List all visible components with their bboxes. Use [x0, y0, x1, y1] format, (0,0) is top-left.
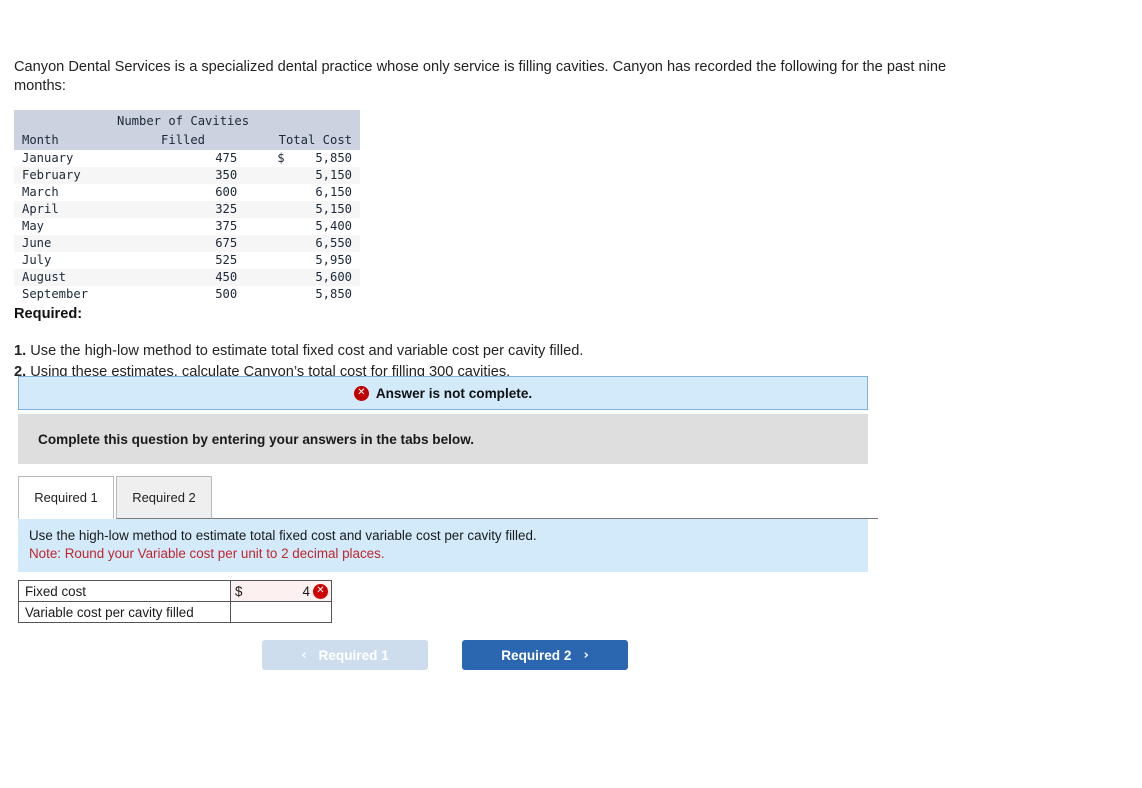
cell-total-cost: 5,400 — [315, 219, 352, 233]
requirement-rounding-note: Note: Round your Variable cost per unit … — [29, 546, 385, 561]
intro-paragraph: Canyon Dental Services is a specialized … — [14, 59, 947, 94]
required-item-1: 1. Use the high-low method to estimate t… — [14, 341, 1014, 362]
cell-month: February — [22, 168, 81, 182]
cell-month: March — [22, 185, 59, 199]
table-row: August 450 5,600 — [14, 269, 360, 286]
answer-row: Fixed cost $4 ✕ — [18, 580, 332, 602]
next-required-2-label: Required 2 — [501, 647, 572, 663]
data-table-head: Number of Cavities Month Filled Total Co… — [14, 110, 360, 150]
cell-cavities-filled: 475 — [215, 151, 238, 165]
answer-entry-table: Fixed cost $4 ✕ Variable cost per cavity fi… — [18, 580, 332, 623]
requirement-instruction-text: Use the high-low method to estimate tota… — [29, 528, 537, 543]
cell-cavities-filled: 500 — [215, 287, 238, 301]
cell-month: August — [22, 270, 67, 284]
table-row: March 600 6,150 — [14, 184, 360, 201]
table-row: June 675 6,550 — [14, 235, 360, 252]
cell-cavities-filled: 450 — [215, 270, 238, 284]
prev-required-1-button[interactable]: ‹ Required 1 — [262, 640, 428, 670]
requirement-tabs: Required 1 Required 2 — [18, 476, 878, 520]
tab-required-2-label: Required 2 — [132, 490, 196, 505]
header-total-cost: Total Cost — [263, 131, 360, 150]
answer-table-body: Fixed cost $4 ✕ Variable cost per cavity fi… — [18, 580, 332, 623]
group-header-cavities: Number of Cavities — [102, 110, 264, 131]
cell-total-cost: 5,850 — [315, 287, 352, 301]
cell-total-cost: 5,950 — [315, 253, 352, 267]
error-x-icon: ✕ — [353, 385, 369, 401]
table-row: January 475 $5,850 — [14, 150, 360, 167]
currency-symbol: $ — [277, 151, 285, 165]
required-heading: Required: — [14, 306, 83, 322]
answer-row-label: Fixed cost — [18, 580, 231, 602]
question-page: Canyon Dental Services is a specialized … — [14, 58, 1014, 670]
cell-cavities-filled: 675 — [215, 236, 238, 250]
group-header-blank-2 — [263, 110, 360, 131]
chevron-right-icon: › — [583, 647, 589, 663]
table-row: May 375 5,400 — [14, 218, 360, 235]
table-row: April 325 5,150 — [14, 201, 360, 218]
cell-total-cost: 5,150 — [315, 168, 352, 182]
table-row: September 500 5,850 — [14, 286, 360, 303]
cell-cavities-filled: 350 — [215, 168, 238, 182]
cell-total-cost: 5,150 — [315, 202, 352, 216]
cell-total-cost: 6,550 — [315, 236, 352, 250]
cell-month: January — [22, 151, 74, 165]
answer-row-label: Variable cost per cavity filled — [18, 601, 231, 623]
answer-input-inner[interactable] — [231, 602, 331, 622]
tab-required-1[interactable]: Required 1 — [18, 476, 114, 519]
chevron-left-icon: ‹ — [301, 647, 307, 663]
data-table-group-header-row: Number of Cavities — [14, 110, 360, 131]
cell-month: September — [22, 287, 89, 301]
table-row: July 525 5,950 — [14, 252, 360, 269]
complete-question-text: Complete this question by entering your … — [38, 431, 475, 447]
data-table-header-row: Month Filled Total Cost — [14, 131, 360, 150]
tab-required-2[interactable]: Required 2 — [116, 476, 212, 519]
header-month: Month — [14, 131, 103, 150]
header-filled: Filled — [102, 131, 264, 150]
cell-month: April — [22, 202, 59, 216]
cell-total-cost: 6,150 — [315, 185, 352, 199]
answer-incomplete-text: Answer is not complete. — [375, 385, 533, 401]
cell-total-cost: 5,600 — [315, 270, 352, 284]
data-table-body: January 475 $5,850 February 350 5,150 March 600… — [14, 150, 360, 303]
cavities-data-table: Number of Cavities Month Filled Total Co… — [14, 110, 360, 303]
tab-required-1-label: Required 1 — [34, 490, 98, 505]
cell-cavities-filled: 525 — [215, 253, 238, 267]
cell-month: May — [22, 219, 45, 233]
cell-cavities-filled: 325 — [215, 202, 238, 216]
navigation-buttons: ‹ Required 1 Required 2 › — [262, 640, 862, 670]
cell-total-cost: $5,850 — [263, 150, 360, 167]
requirement-instruction-panel: Use the high-low method to estimate tota… — [18, 519, 868, 572]
complete-question-box: Complete this question by entering your … — [18, 414, 868, 464]
cell-month: June — [22, 236, 52, 250]
required-item-1-number: 1. — [14, 343, 27, 359]
table-row: February 350 5,150 — [14, 167, 360, 184]
prev-required-1-label: Required 1 — [318, 647, 389, 663]
cell-month: July — [22, 253, 52, 267]
error-x-icon: ✕ — [313, 583, 328, 599]
cell-cavities-filled: 375 — [215, 219, 238, 233]
answer-incomplete-banner: ✕ Answer is not complete. — [18, 376, 868, 410]
answer-row: Variable cost per cavity filled — [18, 601, 332, 623]
cell-cavities-filled: 600 — [215, 185, 238, 199]
answer-input-inner[interactable]: $4 ✕ — [231, 581, 331, 601]
answer-input-cell[interactable] — [230, 601, 332, 623]
answer-value[interactable]: 4 — [242, 584, 313, 599]
tab-strip-filler — [212, 476, 878, 519]
currency-symbol: $ — [235, 583, 243, 599]
next-required-2-button[interactable]: Required 2 › — [462, 640, 628, 670]
answer-input-cell[interactable]: $4 ✕ — [230, 580, 332, 602]
group-header-blank — [14, 110, 103, 131]
required-item-1-text: Use the high-low method to estimate tota… — [30, 343, 584, 359]
